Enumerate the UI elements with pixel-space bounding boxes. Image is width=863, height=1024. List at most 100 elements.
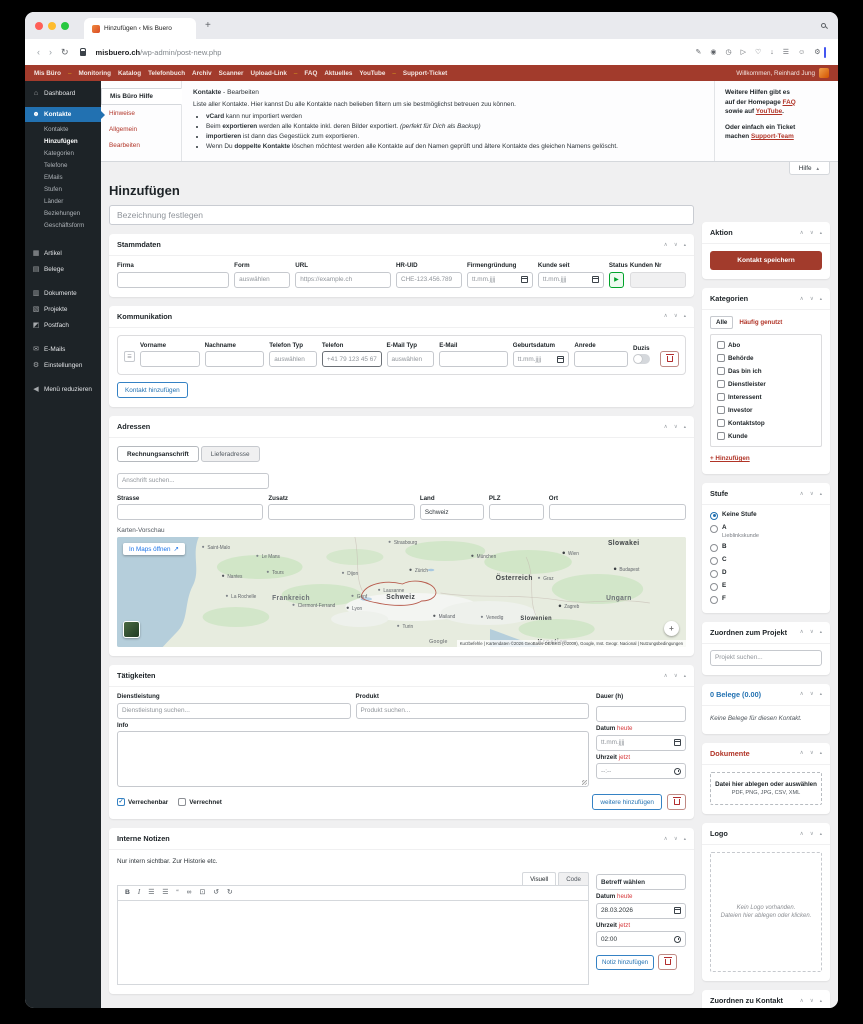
collapse-icon[interactable]: ▴ xyxy=(684,313,686,319)
move-up-icon[interactable]: ∧ xyxy=(800,230,804,236)
satellite-toggle-thumbnail[interactable] xyxy=(123,621,140,638)
browser-toolbar-icon[interactable]: ⚙ xyxy=(814,48,820,56)
move-down-icon[interactable]: ∨ xyxy=(810,491,814,497)
calendar-icon[interactable] xyxy=(557,355,565,363)
sidebar-subitem[interactable]: Kontakte xyxy=(25,123,101,135)
editor-toolbar-icon[interactable]: B xyxy=(125,889,130,897)
anschrift-search-input[interactable] xyxy=(117,472,269,489)
telefon-input[interactable] xyxy=(321,351,382,367)
tab-alle[interactable]: Alle xyxy=(710,316,734,329)
clock-icon[interactable] xyxy=(674,935,681,943)
sidebar-subitem[interactable]: Hinzufügen xyxy=(25,135,101,147)
sidebar-item-dashboard[interactable]: ⌂ Dashboard xyxy=(25,86,101,101)
browser-toolbar-icon[interactable]: ↓ xyxy=(770,49,774,56)
sidebar-item[interactable]: ⚙ Einstellungen xyxy=(25,357,101,373)
move-down-icon[interactable]: ∨ xyxy=(810,831,814,837)
collapse-icon[interactable]: ▴ xyxy=(820,296,822,302)
map-preview[interactable]: Saint-Malo Le Mans Nantes Tours Dijon La… xyxy=(117,537,686,647)
collapse-icon[interactable]: ▴ xyxy=(820,491,822,497)
checkbox-icon[interactable] xyxy=(717,341,725,349)
admin-menu-item[interactable]: Monitoring xyxy=(78,70,111,77)
panel-header[interactable]: Dokumente ∧ ∨ ▴ xyxy=(702,743,830,764)
editor-toolbar-icon[interactable]: ∞ xyxy=(187,889,192,897)
kategorie-option[interactable]: Investor xyxy=(717,406,815,414)
collapse-icon[interactable]: ▴ xyxy=(684,673,686,679)
sidebar-subitem[interactable]: Stufen xyxy=(25,183,101,195)
betreff-select[interactable]: Betreff wählen xyxy=(596,874,686,890)
move-up-icon[interactable]: ∧ xyxy=(664,313,668,319)
help-tab[interactable]: Hinweise xyxy=(101,106,181,121)
minimize-window-button[interactable] xyxy=(48,21,56,30)
checkbox-icon[interactable] xyxy=(717,419,725,427)
panel-header[interactable]: Adressen ∧ ∨ ▴ xyxy=(109,416,694,437)
support-link[interactable]: Support-Team xyxy=(751,133,794,140)
sidebar-subitem[interactable]: Beziehungen xyxy=(25,207,101,219)
stufe-option[interactable]: F xyxy=(710,595,822,604)
radio-icon[interactable] xyxy=(710,511,718,520)
admin-menu-item[interactable]: YouTube xyxy=(359,70,385,77)
move-up-icon[interactable]: ∧ xyxy=(800,629,804,635)
collapse-icon[interactable]: ▴ xyxy=(684,242,686,248)
duzis-toggle[interactable] xyxy=(633,354,651,364)
sidebar-item[interactable]: ✉ E-Mails xyxy=(25,341,101,357)
panel-header[interactable]: Zuordnen zu Kontakt ∧ ∨ ▴ xyxy=(702,990,830,1008)
move-down-icon[interactable]: ∨ xyxy=(674,242,678,248)
verrechnet-checkbox[interactable] xyxy=(178,798,187,806)
email-input[interactable] xyxy=(439,351,508,367)
form-select[interactable]: auswählen xyxy=(234,271,291,288)
help-toggle-button[interactable]: Hilfe ▲ xyxy=(788,162,830,175)
browser-toolbar-icon[interactable]: ◉ xyxy=(710,48,716,56)
map-pan-control[interactable]: + xyxy=(664,621,679,636)
sidebar-item[interactable]: ▥ Dokumente xyxy=(25,285,101,301)
help-tab[interactable]: Mis Büro Hilfe xyxy=(101,88,182,105)
verrechenbar-checkbox[interactable]: ✓ xyxy=(117,798,125,806)
move-up-icon[interactable]: ∧ xyxy=(800,296,804,302)
panel-header[interactable]: Interne Notizen ∧ ∨ ▴ xyxy=(109,828,694,849)
kategorie-option[interactable]: Kontaktstop xyxy=(717,419,815,427)
sidebar-subitem[interactable]: EMails xyxy=(25,171,101,183)
move-up-icon[interactable]: ∧ xyxy=(800,750,804,756)
editor-toolbar-icon[interactable]: “ xyxy=(176,889,178,897)
dienstleistung-input[interactable] xyxy=(117,702,351,719)
radio-icon[interactable] xyxy=(710,543,718,552)
checkbox-icon[interactable] xyxy=(717,432,725,440)
tab-code[interactable]: Code xyxy=(558,872,589,885)
plz-input[interactable] xyxy=(488,504,544,520)
collapse-icon[interactable]: ▴ xyxy=(820,750,822,756)
url-text[interactable]: misbuero.ch/wp-admin/post-new.php xyxy=(96,48,222,57)
delete-taetigkeit-button[interactable] xyxy=(667,794,686,810)
ort-input[interactable] xyxy=(548,504,687,520)
clock-icon[interactable] xyxy=(674,767,681,775)
kategorie-hinzufuegen-link[interactable]: + Hinzufügen xyxy=(710,455,750,462)
radio-icon[interactable] xyxy=(710,569,718,578)
admin-menu-item[interactable]: Aktuelles xyxy=(324,70,352,77)
reload-icon[interactable]: ↻ xyxy=(61,47,69,58)
editor-toolbar-icon[interactable]: ↻ xyxy=(227,889,233,897)
zusatz-input[interactable] xyxy=(268,504,415,520)
browser-tab[interactable]: Hinzufügen ‹ Mis Buero xyxy=(84,18,196,39)
help-tab[interactable]: Bearbeiten xyxy=(101,138,181,153)
map-attribution[interactable]: Kurzbefehle | Kartendaten ©2026 GeoBasis… xyxy=(456,640,686,647)
kategorie-option[interactable]: Behörde xyxy=(717,354,815,362)
browser-toolbar-icon[interactable]: ☰ xyxy=(783,48,789,56)
sidebar-item[interactable]: ◩ Postfach xyxy=(25,317,101,333)
open-in-maps-button[interactable]: In Maps öffnen ↗ xyxy=(123,543,185,555)
kategorie-option[interactable]: Abo xyxy=(717,341,815,349)
welcome-text[interactable]: Willkommen, Reinhard Jung xyxy=(736,70,815,77)
move-down-icon[interactable]: ∨ xyxy=(674,313,678,319)
panel-header[interactable]: 0 Belege (0.00) ∧ ∨ ▴ xyxy=(702,684,830,705)
browser-toolbar-icon[interactable]: ♡ xyxy=(755,48,761,56)
back-icon[interactable]: ‹ xyxy=(37,47,40,57)
delete-kontakt-button[interactable] xyxy=(660,351,680,367)
radio-icon[interactable] xyxy=(710,582,718,591)
kontakt-speichern-button[interactable]: Kontakt speichern xyxy=(710,251,822,270)
collapse-icon[interactable]: ▴ xyxy=(820,691,822,697)
move-up-icon[interactable]: ∧ xyxy=(664,673,668,679)
sidebar-subitem[interactable]: Kategorien xyxy=(25,147,101,159)
panel-header[interactable]: Logo ∧ ∨ ▴ xyxy=(702,823,830,844)
move-down-icon[interactable]: ∨ xyxy=(674,424,678,430)
anrede-input[interactable] xyxy=(574,351,629,367)
help-tab[interactable]: Allgemein xyxy=(101,122,181,137)
stufe-option[interactable]: D xyxy=(710,569,822,578)
sidebar-subitem[interactable]: Geschäftsform xyxy=(25,219,101,231)
